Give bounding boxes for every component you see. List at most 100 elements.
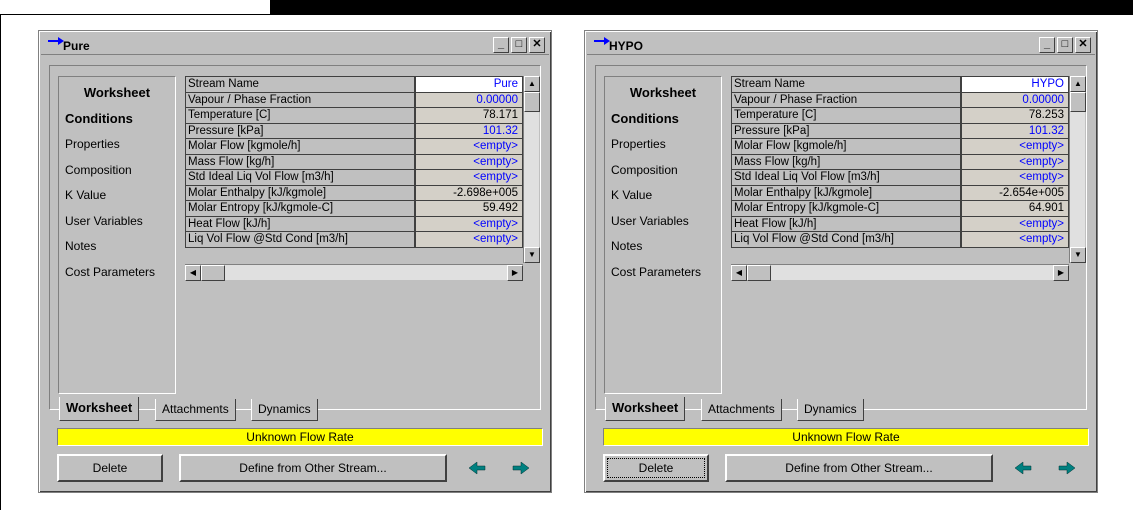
- table-row: Temperature [C] 78.171: [185, 107, 524, 124]
- close-button[interactable]: ✕: [529, 37, 545, 53]
- sidebar-item-k-value[interactable]: K Value: [65, 188, 106, 202]
- arrow-right-icon[interactable]: [509, 458, 531, 478]
- row-value[interactable]: <empty>: [960, 169, 1070, 186]
- delete-button[interactable]: Delete: [57, 454, 163, 482]
- row-value[interactable]: -2.698e+005: [414, 184, 524, 201]
- sidebar-header: Worksheet: [629, 85, 697, 100]
- row-value[interactable]: <empty>: [960, 153, 1070, 170]
- minimize-button[interactable]: _: [1039, 37, 1055, 53]
- row-label: Molar Entropy [kJ/kgmole-C]: [731, 200, 963, 217]
- top-strip-white: [0, 0, 270, 14]
- scroll-thumb[interactable]: [524, 92, 540, 112]
- status-bar: Unknown Flow Rate: [57, 428, 543, 446]
- row-value[interactable]: -2.654e+005: [960, 184, 1070, 201]
- scroll-down-icon[interactable]: ▼: [524, 247, 540, 263]
- scroll-thumb[interactable]: [1070, 92, 1086, 112]
- scroll-left-icon[interactable]: ◀: [731, 265, 747, 281]
- table-row: Molar Entropy [kJ/kgmole-C] 64.901: [731, 200, 1070, 217]
- row-value[interactable]: Pure: [414, 76, 524, 93]
- sidebar-item-notes[interactable]: Notes: [611, 239, 642, 253]
- sidebar-item-properties[interactable]: Properties: [611, 137, 666, 151]
- row-label: Heat Flow [kJ/h]: [731, 215, 963, 232]
- define-from-other-stream-button[interactable]: Define from Other Stream...: [179, 454, 447, 482]
- sidebar-item-cost-parameters[interactable]: Cost Parameters: [65, 265, 155, 279]
- row-label: Molar Enthalpy [kJ/kgmole]: [731, 184, 963, 201]
- tab-attachments[interactable]: Attachments: [701, 399, 782, 421]
- table-row: Vapour / Phase Fraction 0.00000: [185, 91, 524, 108]
- minimize-button[interactable]: _: [493, 37, 509, 53]
- row-value[interactable]: 59.492: [414, 200, 524, 217]
- row-label: Molar Flow [kgmole/h]: [731, 138, 963, 155]
- scroll-thumb[interactable]: [747, 265, 771, 281]
- titlebar[interactable]: Pure _ □ ✕: [41, 33, 549, 55]
- table-row: Pressure [kPa] 101.32: [731, 122, 1070, 139]
- scroll-left-icon[interactable]: ◀: [185, 265, 201, 281]
- row-value[interactable]: 101.32: [414, 122, 524, 139]
- table-row: Mass Flow [kg/h] <empty>: [731, 153, 1070, 170]
- sidebar-item-user-variables[interactable]: User Variables: [65, 214, 143, 228]
- row-value[interactable]: <empty>: [414, 153, 524, 170]
- horizontal-scrollbar[interactable]: ◀ ▶: [185, 264, 523, 281]
- scroll-up-icon[interactable]: ▲: [1070, 76, 1086, 92]
- window-title: Pure: [63, 39, 90, 53]
- window-title: HYPO: [609, 39, 644, 53]
- row-value[interactable]: <empty>: [414, 138, 524, 155]
- row-label: Molar Enthalpy [kJ/kgmole]: [185, 184, 417, 201]
- row-value[interactable]: 78.171: [414, 107, 524, 124]
- table-row: Heat Flow [kJ/h] <empty>: [185, 215, 524, 232]
- worksheet-panel: Worksheet Conditions Properties Composit…: [49, 65, 541, 410]
- sidebar-item-conditions[interactable]: Conditions: [611, 111, 679, 126]
- table-row: Molar Enthalpy [kJ/kgmole] -2.698e+005: [185, 184, 524, 201]
- tab-dynamics[interactable]: Dynamics: [251, 399, 318, 421]
- row-value[interactable]: <empty>: [414, 215, 524, 232]
- scroll-right-icon[interactable]: ▶: [507, 265, 523, 281]
- tab-worksheet[interactable]: Worksheet: [605, 397, 686, 421]
- arrow-left-icon[interactable]: [467, 458, 489, 478]
- vertical-scrollbar[interactable]: ▲ ▼: [523, 76, 540, 263]
- conditions-grid: Stream Name Pure Vapour / Phase Fraction 0…: [185, 76, 540, 281]
- row-value[interactable]: <empty>: [414, 231, 524, 248]
- sidebar-item-conditions[interactable]: Conditions: [65, 111, 133, 126]
- horizontal-scrollbar[interactable]: ◀ ▶: [731, 264, 1069, 281]
- define-from-other-stream-button[interactable]: Define from Other Stream...: [725, 454, 993, 482]
- row-value[interactable]: <empty>: [960, 231, 1070, 248]
- tab-worksheet[interactable]: Worksheet: [59, 397, 140, 421]
- sidebar-header: Worksheet: [83, 85, 151, 100]
- row-value[interactable]: <empty>: [414, 169, 524, 186]
- arrow-right-icon[interactable]: [1055, 458, 1077, 478]
- row-value[interactable]: 0.00000: [414, 91, 524, 108]
- row-value[interactable]: <empty>: [960, 138, 1070, 155]
- scroll-right-icon[interactable]: ▶: [1053, 265, 1069, 281]
- table-row: Mass Flow [kg/h] <empty>: [185, 153, 524, 170]
- scroll-down-icon[interactable]: ▼: [1070, 247, 1086, 263]
- sidebar-item-composition[interactable]: Composition: [611, 163, 678, 177]
- arrow-left-icon[interactable]: [1013, 458, 1035, 478]
- row-value[interactable]: 64.901: [960, 200, 1070, 217]
- row-label: Heat Flow [kJ/h]: [185, 215, 417, 232]
- row-label: Vapour / Phase Fraction: [185, 91, 417, 108]
- delete-button[interactable]: Delete: [603, 454, 709, 482]
- status-bar: Unknown Flow Rate: [603, 428, 1089, 446]
- row-value[interactable]: 0.00000: [960, 91, 1070, 108]
- row-value[interactable]: HYPO: [960, 76, 1070, 93]
- sidebar-item-composition[interactable]: Composition: [65, 163, 132, 177]
- sidebar-item-properties[interactable]: Properties: [65, 137, 120, 151]
- scroll-up-icon[interactable]: ▲: [524, 76, 540, 92]
- table-row: Molar Entropy [kJ/kgmole-C] 59.492: [185, 200, 524, 217]
- titlebar[interactable]: HYPO _ □ ✕: [587, 33, 1095, 55]
- sidebar-item-cost-parameters[interactable]: Cost Parameters: [611, 265, 701, 279]
- tab-dynamics[interactable]: Dynamics: [797, 399, 864, 421]
- sidebar-item-k-value[interactable]: K Value: [611, 188, 652, 202]
- sidebar-item-user-variables[interactable]: User Variables: [611, 214, 689, 228]
- conditions-table: Stream Name HYPO Vapour / Phase Fraction 0…: [731, 76, 1070, 248]
- maximize-button[interactable]: □: [1057, 37, 1073, 53]
- tab-attachments[interactable]: Attachments: [155, 399, 236, 421]
- vertical-scrollbar[interactable]: ▲ ▼: [1069, 76, 1086, 263]
- maximize-button[interactable]: □: [511, 37, 527, 53]
- scroll-thumb[interactable]: [201, 265, 225, 281]
- row-value[interactable]: <empty>: [960, 215, 1070, 232]
- close-button[interactable]: ✕: [1075, 37, 1091, 53]
- row-value[interactable]: 101.32: [960, 122, 1070, 139]
- row-value[interactable]: 78.253: [960, 107, 1070, 124]
- sidebar-item-notes[interactable]: Notes: [65, 239, 96, 253]
